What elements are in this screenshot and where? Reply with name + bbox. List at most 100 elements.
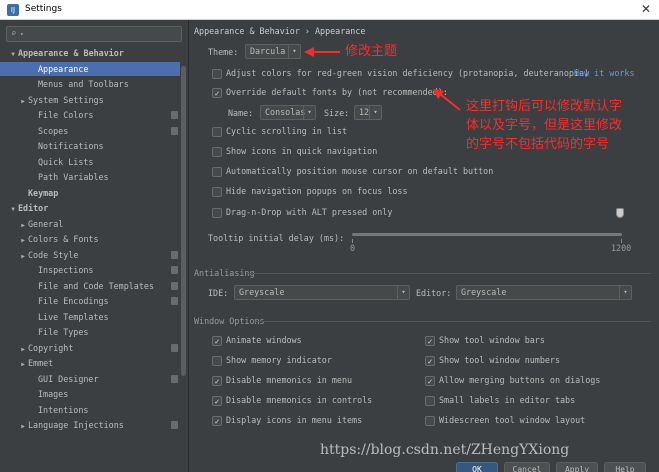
chevron-right-icon[interactable]: ▶: [18, 250, 28, 264]
ok-button[interactable]: OK: [456, 462, 498, 472]
sidebar-item-label: File Types: [38, 327, 89, 337]
theme-dropdown-value: Darcula: [250, 46, 286, 56]
show-tool-window-numbers-checkbox[interactable]: ✓: [425, 356, 435, 366]
sidebar-item[interactable]: Intentions: [0, 403, 180, 417]
sidebar-item[interactable]: GUI Designer: [0, 372, 180, 386]
project-level-icon: [171, 297, 178, 305]
font-name-dropdown[interactable]: Consolas ▾: [260, 105, 316, 120]
chevron-right-icon[interactable]: ▶: [18, 420, 28, 434]
widescreen-layout-checkbox[interactable]: [425, 416, 435, 426]
chevron-down-icon[interactable]: ▼: [8, 48, 18, 62]
override-fonts-checkbox[interactable]: ✓: [212, 88, 222, 98]
sidebar-item[interactable]: Path Variables: [0, 170, 180, 184]
help-button[interactable]: Help: [604, 462, 646, 472]
sidebar-item[interactable]: ▶ Emmet: [0, 356, 180, 370]
sidebar-item[interactable]: Appearance: [0, 61, 180, 76]
sidebar-item[interactable]: Notifications: [0, 139, 180, 153]
sidebar-item[interactable]: ▶ Copyright: [0, 341, 180, 355]
close-icon[interactable]: ✕: [641, 2, 651, 16]
apply-button[interactable]: Apply: [556, 462, 598, 472]
animate-windows-checkbox[interactable]: ✓: [212, 336, 222, 346]
sidebar-item[interactable]: File Colors: [0, 108, 180, 122]
hide-nav-popups-checkbox[interactable]: [212, 187, 222, 197]
sidebar-item[interactable]: Keymap: [0, 186, 180, 200]
sidebar-item[interactable]: ▶ Code Style: [0, 248, 180, 262]
chevron-right-icon[interactable]: ▶: [18, 343, 28, 357]
editor-antialiasing-value: Greyscale: [461, 287, 507, 297]
font-size-dropdown[interactable]: 12 ▾: [354, 105, 382, 120]
project-level-icon: [171, 266, 178, 274]
sidebar-item[interactable]: Live Templates: [0, 310, 180, 324]
tooltip-delay-label: Tooltip initial delay (ms):: [208, 233, 345, 243]
allow-merging-buttons-label: Allow merging buttons on dialogs: [439, 375, 601, 385]
display-icons-menu-checkbox[interactable]: ✓: [212, 416, 222, 426]
editor-antialiasing-dropdown[interactable]: Greyscale ▾: [456, 285, 632, 300]
font-size-label: Size:: [324, 108, 350, 118]
chevron-right-icon[interactable]: ▶: [18, 95, 28, 109]
sidebar-item-label: Keymap: [28, 187, 59, 198]
chevron-down-icon: ▾: [369, 106, 381, 119]
project-level-icon: [171, 374, 178, 383]
sidebar-item[interactable]: Images: [0, 387, 180, 401]
sidebar-item[interactable]: File Encodings: [0, 294, 180, 308]
sidebar-item-label: Inspections: [38, 265, 94, 275]
tooltip-delay-slider-thumb[interactable]: [616, 208, 624, 218]
sidebar-item[interactable]: Quick Lists: [0, 155, 180, 169]
cyclic-scrolling-checkbox[interactable]: [212, 127, 222, 137]
sidebar-item-label: Appearance: [38, 63, 89, 74]
show-tool-window-bars-label: Show tool window bars: [439, 335, 545, 345]
sidebar-item-label: General: [28, 218, 64, 229]
ide-antialiasing-label: IDE:: [208, 288, 229, 298]
animate-windows-label: Animate windows: [226, 335, 302, 345]
sidebar-item-label: File Encodings: [38, 296, 109, 306]
disable-mnemonics-controls-checkbox[interactable]: ✓: [212, 396, 222, 406]
theme-dropdown[interactable]: Darcula ▾: [245, 44, 301, 59]
tooltip-delay-slider-track[interactable]: [352, 233, 622, 236]
sidebar-scrollbar-thumb[interactable]: [181, 66, 186, 376]
auto-position-cursor-label: Automatically position mouse cursor on d…: [226, 166, 494, 176]
sidebar-item[interactable]: Menus and Toolbars: [0, 77, 180, 91]
project-level-icon: [171, 281, 178, 290]
project-level-icon: [171, 343, 178, 352]
sidebar-item[interactable]: File Types: [0, 325, 180, 339]
sidebar-item[interactable]: Scopes: [0, 124, 180, 138]
disable-mnemonics-controls-label: Disable mnemonics in controls: [226, 395, 373, 405]
how-it-works-link[interactable]: How it works: [574, 68, 635, 78]
adjust-colors-checkbox[interactable]: [212, 69, 222, 79]
sidebar-item-label: Quick Lists: [38, 156, 94, 167]
allow-merging-buttons-checkbox[interactable]: ✓: [425, 376, 435, 386]
sidebar-item[interactable]: File and Code Templates: [0, 279, 180, 293]
project-level-icon: [171, 421, 178, 429]
sidebar-item-label: Appearance & Behavior: [18, 48, 124, 58]
show-icons-quick-nav-checkbox[interactable]: [212, 147, 222, 157]
ide-antialiasing-dropdown[interactable]: Greyscale ▾: [234, 285, 410, 300]
sidebar-item[interactable]: ▼ Appearance & Behavior: [0, 46, 180, 60]
sidebar-item[interactable]: ▼ Editor: [0, 201, 180, 215]
chevron-right-icon[interactable]: ▶: [18, 219, 28, 233]
cancel-button[interactable]: Cancel: [504, 462, 550, 472]
sidebar-item[interactable]: ▶ General: [0, 217, 180, 231]
chevron-down-icon: ▾: [619, 286, 631, 299]
chevron-right-icon[interactable]: ▶: [18, 234, 28, 248]
auto-position-cursor-checkbox[interactable]: [212, 167, 222, 177]
sidebar-item[interactable]: ▶ Language Injections: [0, 418, 180, 432]
sidebar-item[interactable]: ▶ System Settings: [0, 93, 180, 107]
show-memory-indicator-label: Show memory indicator: [226, 355, 332, 365]
settings-search-input[interactable]: ⌕ ▾: [6, 26, 182, 42]
show-tool-window-bars-checkbox[interactable]: ✓: [425, 336, 435, 346]
sidebar-scrollbar[interactable]: [180, 46, 187, 466]
font-name-label: Name:: [228, 108, 254, 118]
antialiasing-separator: [246, 273, 651, 274]
sidebar-item[interactable]: ▶ Colors & Fonts: [0, 232, 180, 246]
chevron-down-icon[interactable]: ▼: [8, 203, 18, 217]
editor-antialiasing-label: Editor:: [416, 288, 452, 298]
show-memory-indicator-checkbox[interactable]: [212, 356, 222, 366]
drag-n-drop-checkbox[interactable]: [212, 208, 222, 218]
sidebar-item-label: Live Templates: [38, 311, 109, 322]
disable-mnemonics-menu-checkbox[interactable]: ✓: [212, 376, 222, 386]
sidebar-item[interactable]: Inspections: [0, 263, 180, 277]
small-labels-tabs-checkbox[interactable]: [425, 396, 435, 406]
project-level-icon: [171, 250, 178, 259]
sidebar-item-label: Intentions: [38, 404, 89, 415]
chevron-right-icon[interactable]: ▶: [18, 358, 28, 372]
